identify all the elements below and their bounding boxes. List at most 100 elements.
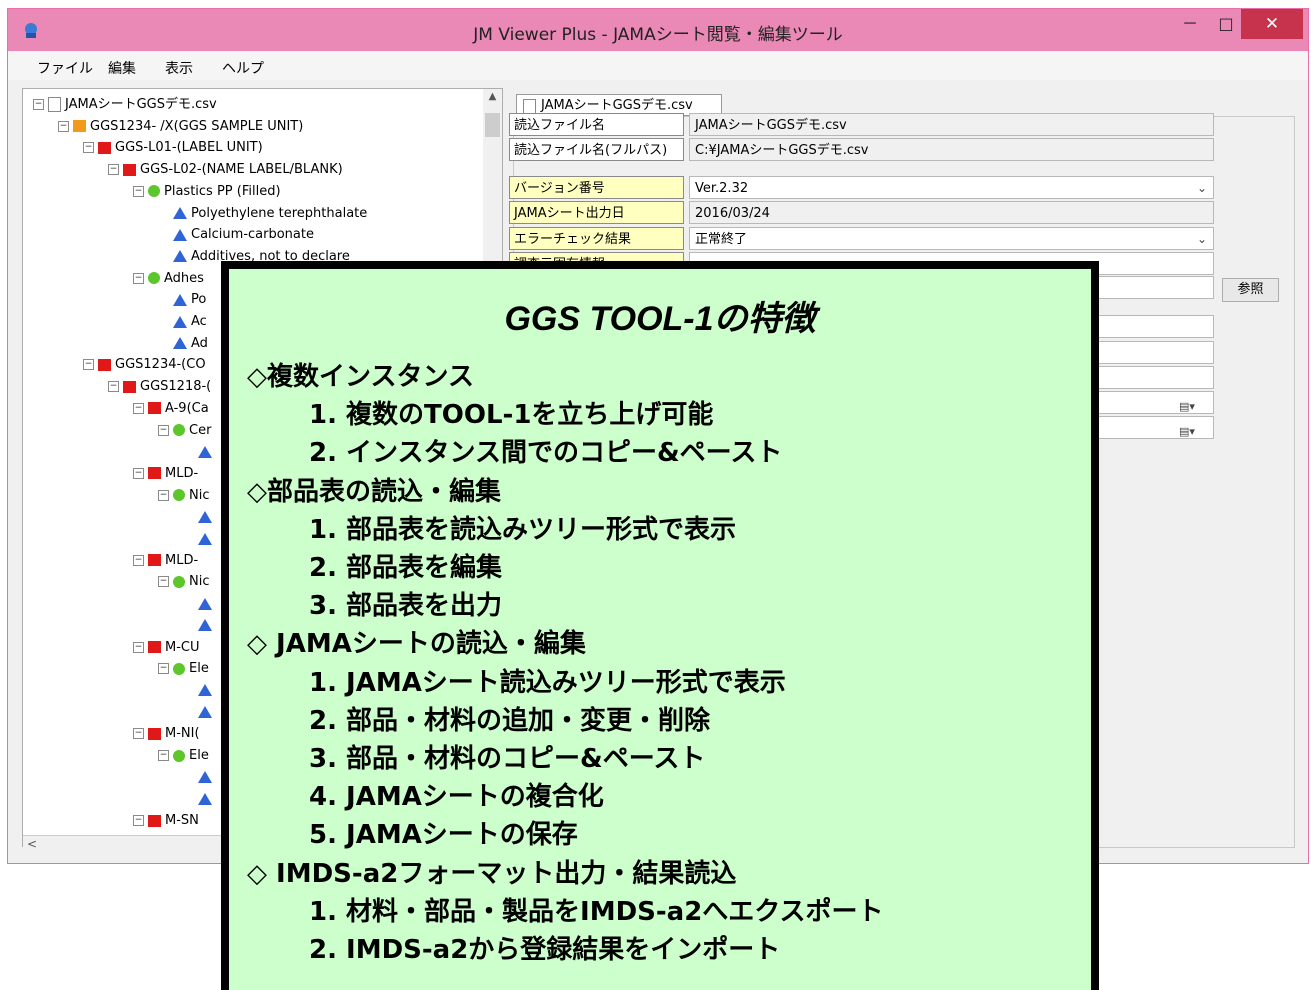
tree-node[interactable] — [183, 594, 216, 614]
date-input-1[interactable]: ▤▾ — [1090, 391, 1214, 414]
tree-node[interactable]: Polyethylene terephthalate — [158, 204, 367, 224]
scroll-thumb[interactable] — [485, 113, 500, 137]
tree-node[interactable] — [183, 681, 216, 701]
tree-node-label: M-CU — [165, 639, 200, 655]
tree-node-label: A-9(Ca — [165, 400, 209, 416]
calendar-icon[interactable]: ▤▾ — [1179, 420, 1203, 438]
menu-view[interactable]: 表示 — [165, 58, 193, 78]
feature-heading: ◇部品表の読込・編集 — [247, 476, 501, 507]
tree-node[interactable] — [183, 703, 216, 723]
tree-collapse-icon[interactable]: − — [133, 641, 144, 653]
prop-value-output-date[interactable]: 2016/03/24 — [689, 201, 1214, 224]
version-select[interactable]: Ver.2.32 ⌄ — [689, 176, 1214, 199]
feature-callout: GGS TOOL-1の特徴 ◇複数インスタンス 1. 複数のTOOL-1を立ち上げ… — [221, 261, 1099, 990]
prop-value-full-path[interactable]: C:¥JAMAシートGGSデモ.csv — [689, 138, 1214, 161]
tree-node[interactable]: Ac — [158, 312, 207, 332]
tree-node[interactable]: − Nic — [158, 486, 209, 506]
substance-icon — [198, 684, 212, 697]
feature-callout-body: GGS TOOL-1の特徴 ◇複数インスタンス 1. 複数のTOOL-1を立ち上げ… — [227, 267, 1093, 990]
material-icon — [173, 575, 185, 588]
tree-node[interactable]: − GGS-L02-(NAME LABEL/BLANK) — [108, 160, 343, 180]
tree-node[interactable]: − Ele — [158, 746, 209, 766]
tree-collapse-icon[interactable]: − — [58, 120, 69, 132]
tree-node-label: GGS-L02-(NAME LABEL/BLANK) — [140, 162, 343, 178]
substance-icon — [173, 228, 187, 241]
tree-node-label: Polyethylene terephthalate — [191, 205, 368, 221]
tree-node[interactable]: − GGS-L01-(LABEL UNIT) — [83, 138, 263, 158]
tree-node[interactable] — [183, 789, 216, 809]
tree-node[interactable]: − Nic — [158, 572, 209, 592]
tree-node[interactable]: − Plastics PP (Filled) — [133, 182, 281, 202]
error-check-select[interactable]: 正常終了 ⌄ — [689, 227, 1214, 250]
tree-collapse-icon[interactable]: − — [108, 381, 119, 393]
chevron-down-icon[interactable]: ⌄ — [1197, 177, 1207, 200]
tree-node[interactable]: − MLD- — [133, 551, 198, 571]
field-input-3[interactable] — [1090, 366, 1214, 389]
part-icon — [148, 467, 161, 480]
browse-button[interactable]: 参照 — [1222, 278, 1279, 302]
tree-node[interactable] — [183, 616, 216, 636]
tree-node[interactable] — [183, 768, 216, 788]
feature-item: 2. IMDS-a2から登録結果をインポート — [309, 935, 781, 965]
tree-collapse-icon[interactable]: − — [133, 402, 144, 414]
scroll-left-icon[interactable]: < — [27, 837, 37, 851]
tree-node[interactable]: − Ele — [158, 659, 209, 679]
substance-icon — [198, 706, 212, 719]
tree-node[interactable]: Ad — [158, 334, 208, 354]
tree-collapse-icon[interactable]: − — [83, 359, 94, 371]
minimize-button[interactable]: － — [1170, 9, 1210, 39]
tree-node[interactable] — [183, 507, 216, 527]
tree-collapse-icon[interactable]: − — [133, 467, 144, 479]
date-input-2[interactable]: ▤▾ — [1090, 416, 1214, 439]
tree-collapse-icon[interactable]: − — [133, 272, 144, 284]
prop-label-version: バージョン番号 — [509, 176, 684, 199]
tree-collapse-icon[interactable]: − — [158, 576, 169, 588]
title-bar[interactable]: JM Viewer Plus - JAMAシート閲覧・編集ツール － □ ✕ — [8, 9, 1308, 51]
tree-node[interactable]: − GGS1234- /X(GGS SAMPLE UNIT) — [58, 117, 303, 137]
tree-collapse-icon[interactable]: − — [133, 554, 144, 566]
tree-collapse-icon[interactable]: − — [83, 142, 94, 154]
substance-icon — [198, 532, 212, 545]
tree-collapse-icon[interactable]: − — [108, 164, 119, 176]
tree-node[interactable]: − Cer — [158, 421, 211, 441]
tree-node[interactable]: − M-NI( — [133, 724, 200, 744]
part-icon — [148, 402, 161, 415]
tree-collapse-icon[interactable]: − — [158, 663, 169, 675]
tree-node[interactable]: − Adhes — [133, 269, 204, 289]
tree-node[interactable]: − A-9(Ca — [133, 399, 209, 419]
tree-node[interactable] — [183, 529, 216, 549]
tree-node[interactable]: − JAMAシートGGSデモ.csv — [33, 95, 217, 115]
chevron-down-icon[interactable]: ⌄ — [1197, 228, 1207, 251]
tree-node[interactable]: Calcium-carbonate — [158, 225, 314, 245]
calendar-icon[interactable]: ▤▾ — [1179, 395, 1203, 413]
path-input[interactable] — [1090, 276, 1214, 299]
field-input-1[interactable] — [1090, 315, 1214, 338]
menu-file[interactable]: ファイル — [37, 58, 93, 78]
tree-node-label: Nic — [189, 487, 210, 503]
tree-collapse-icon[interactable]: − — [133, 815, 144, 827]
tree-node[interactable]: − GGS1234-(CO — [83, 355, 206, 375]
part-icon — [148, 814, 161, 827]
tree-collapse-icon[interactable]: − — [158, 750, 169, 761]
tree-node[interactable]: − M-CU — [133, 638, 200, 658]
tree-collapse-icon[interactable]: − — [33, 99, 44, 110]
tree-node[interactable]: − MLD- — [133, 464, 198, 484]
prop-value-file-name[interactable]: JAMAシートGGSデモ.csv — [689, 113, 1214, 136]
tree-collapse-icon[interactable]: − — [133, 728, 144, 740]
tree-node[interactable]: − M-SN — [133, 811, 199, 831]
tree-node[interactable]: Po — [158, 290, 206, 310]
field-input-2[interactable] — [1090, 341, 1214, 364]
feature-item: 5. JAMAシートの保存 — [309, 820, 578, 851]
tree-collapse-icon[interactable]: − — [158, 424, 169, 436]
tree-collapse-icon[interactable]: − — [158, 489, 169, 501]
menu-edit[interactable]: 編集 — [108, 58, 136, 78]
tree-collapse-icon[interactable]: − — [133, 185, 144, 197]
maximize-button[interactable]: □ — [1211, 9, 1241, 39]
feature-item: 4. JAMAシートの複合化 — [309, 782, 604, 813]
close-button[interactable]: ✕ — [1241, 9, 1303, 39]
scroll-up-icon[interactable]: ▲ — [483, 91, 502, 102]
tree-node[interactable] — [183, 442, 216, 462]
tree-node[interactable]: − GGS1218-( — [108, 377, 211, 397]
menu-help[interactable]: ヘルプ — [222, 58, 264, 78]
component-icon — [73, 120, 86, 133]
